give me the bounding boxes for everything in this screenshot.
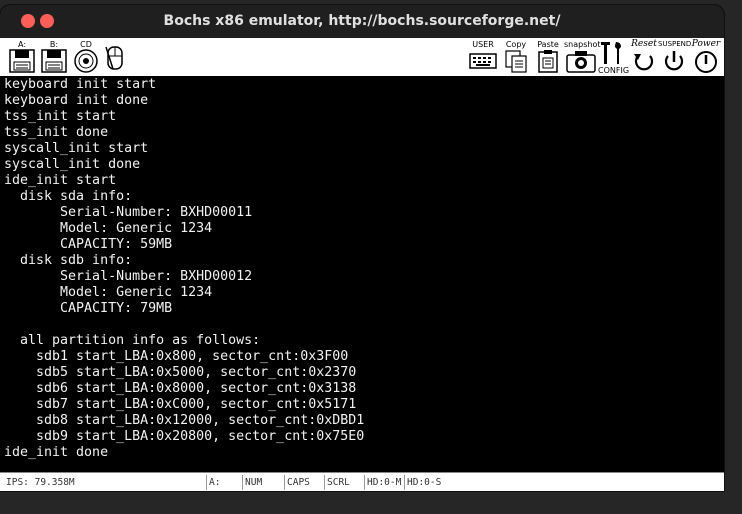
mouse-icon	[105, 46, 123, 70]
keyboard-icon	[469, 53, 497, 69]
config-button[interactable]: CONFIG	[598, 40, 630, 75]
toolbar: A: B: CD USER Copy Paste snapshot CONFIG…	[0, 38, 724, 77]
caps-lock-indicator: CAPS	[284, 475, 321, 490]
reset-icon	[634, 54, 654, 71]
power-icon	[695, 51, 717, 73]
console-line: Model: Generic 1234	[4, 221, 213, 236]
console-line: sdb9 start_LBA:0x20800, sector_cnt:0x75E…	[4, 429, 365, 444]
power-button[interactable]: Power	[690, 40, 722, 74]
console-line: Model: Generic 1234	[4, 285, 213, 300]
console-line: ide_init done	[4, 445, 109, 460]
wrench-icon	[601, 42, 621, 64]
user-button[interactable]: USER	[468, 40, 498, 74]
console-line: keyboard init done	[4, 93, 149, 108]
hd-slave-indicator: HD:0-S	[404, 475, 447, 490]
bochs-window: Bochs x86 emulator, http://bochs.sourcef…	[0, 5, 724, 491]
copy-button[interactable]: Copy	[502, 40, 530, 74]
config-label: CONFIG	[598, 66, 630, 75]
window-title: Bochs x86 emulator, http://bochs.sourcef…	[163, 13, 561, 29]
cd-icon	[74, 49, 98, 73]
cdrom-button[interactable]: CD	[72, 40, 100, 74]
console-line: sdb7 start_LBA:0xC000, sector_cnt:0x5171	[4, 397, 357, 412]
ips-indicator: IPS: 79.358M	[6, 477, 75, 488]
floppy-b-button[interactable]: B:	[40, 40, 68, 74]
suspend-icon	[664, 51, 684, 71]
console-line: syscall_init done	[4, 157, 141, 172]
console-line: ide_init start	[4, 173, 117, 188]
console-line: sdb6 start_LBA:0x8000, sector_cnt:0x3138	[4, 381, 357, 396]
console-line: tss_init start	[4, 109, 117, 124]
paste-icon	[538, 50, 558, 73]
emulator-screen[interactable]: keyboard init start keyboard init done tss…	[0, 77, 724, 472]
console-line: CAPACITY: 79MB	[4, 301, 173, 316]
floppy-a-indicator: A:	[206, 475, 239, 490]
console-line: tss_init done	[4, 125, 109, 140]
console-line: all partition info as follows:	[4, 333, 261, 348]
floppy-icon	[41, 49, 67, 73]
status-bar: IPS: 79.358M A: NUM CAPS SCRL HD:0-M HD:…	[0, 472, 724, 491]
console-line: disk sdb info:	[4, 253, 133, 268]
desktop-background: Bochs x86 emulator, http://bochs.sourcef…	[0, 0, 742, 514]
console-line: sdb1 start_LBA:0x800, sector_cnt:0x3F00	[4, 349, 349, 364]
copy-icon	[505, 50, 527, 73]
floppy-a-button[interactable]: A:	[8, 40, 36, 74]
console-line: disk sda info:	[4, 189, 133, 204]
title-bar[interactable]: Bochs x86 emulator, http://bochs.sourcef…	[0, 5, 724, 38]
reset-button[interactable]: Reset	[628, 40, 660, 74]
console-line: sdb5 start_LBA:0x5000, sector_cnt:0x2370	[4, 365, 357, 380]
num-lock-indicator: NUM	[242, 475, 281, 490]
hd-master-indicator: HD:0-M	[364, 475, 403, 490]
suspend-button[interactable]: SUSPEND	[658, 40, 691, 74]
paste-button[interactable]: Paste	[534, 40, 562, 74]
console-line: Serial-Number: BXHD00011	[4, 205, 253, 220]
camera-icon	[566, 51, 596, 73]
mouse-toggle-button[interactable]	[104, 40, 128, 74]
scroll-lock-indicator: SCRL	[324, 475, 361, 490]
console-output: keyboard init start keyboard init done tss…	[4, 77, 364, 461]
snapshot-button[interactable]: snapshot	[564, 40, 601, 74]
console-line: CAPACITY: 59MB	[4, 237, 173, 252]
console-line: sdb8 start_LBA:0x12000, sector_cnt:0xDBD…	[4, 413, 365, 428]
console-line: syscall_init start	[4, 141, 149, 156]
console-line: Serial-Number: BXHD00012	[4, 269, 253, 284]
floppy-icon	[9, 49, 35, 73]
console-line: keyboard init start	[4, 77, 157, 92]
